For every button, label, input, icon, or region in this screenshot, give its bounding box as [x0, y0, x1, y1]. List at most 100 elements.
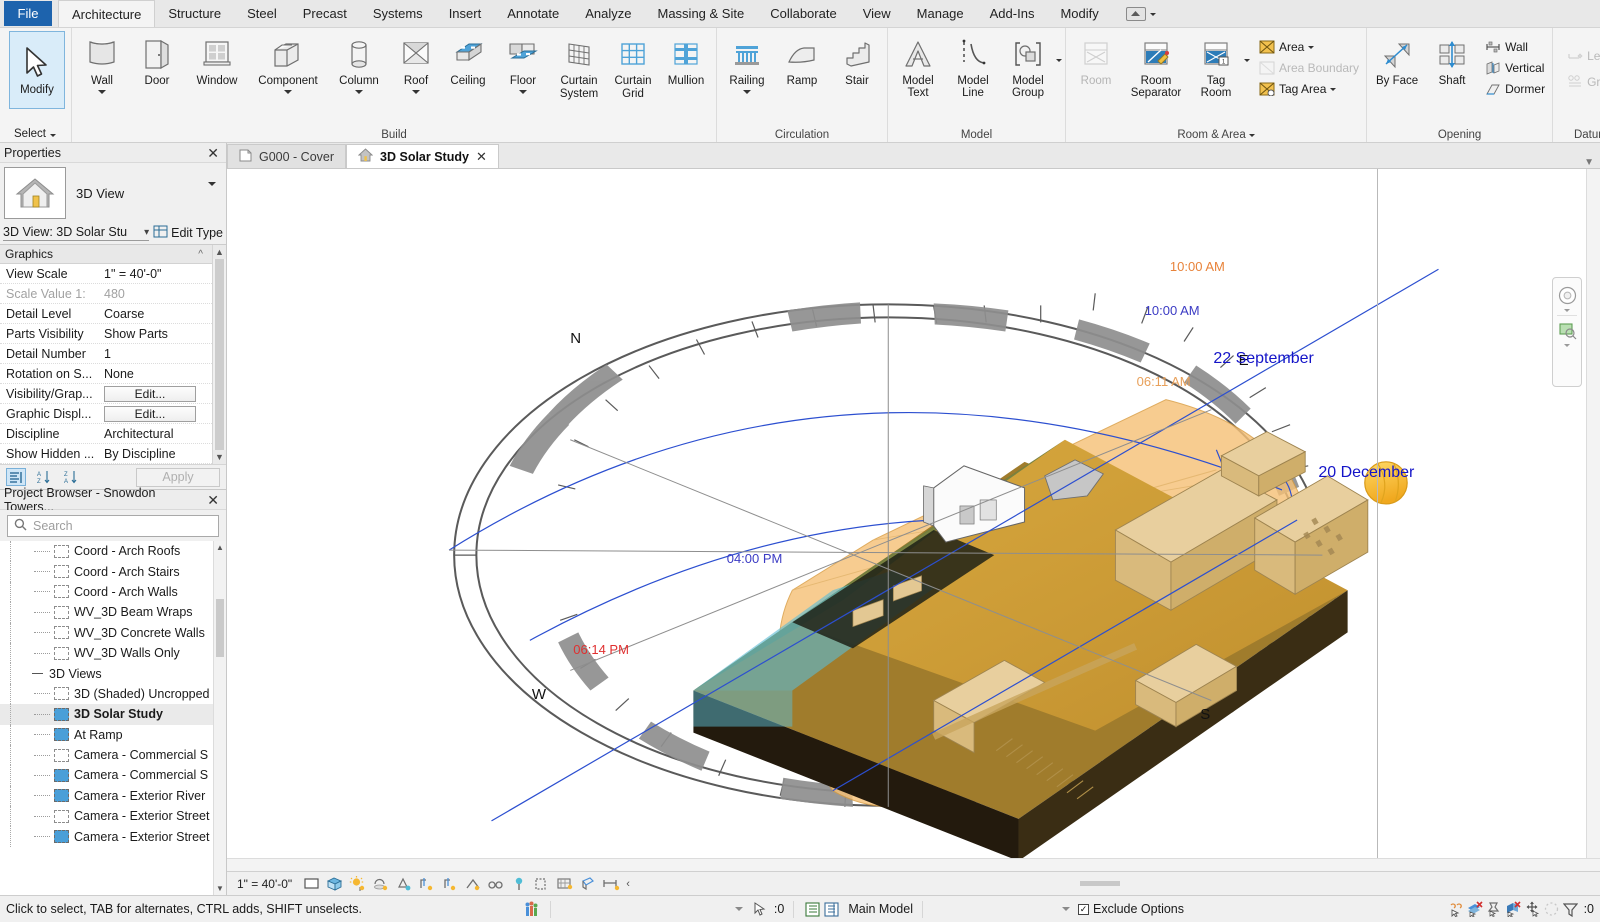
chevron-down-icon[interactable]: [355, 89, 363, 94]
sun-path-icon[interactable]: [346, 874, 369, 894]
close-icon[interactable]: ✕: [476, 149, 487, 165]
browser-view-item[interactable]: WV_3D Walls Only: [0, 642, 226, 664]
reveal-hidden-icon[interactable]: [461, 874, 484, 894]
property-row[interactable]: Discipline Architectural: [0, 424, 226, 444]
visual-style-icon[interactable]: [323, 874, 346, 894]
chevron-down-icon[interactable]: [1248, 134, 1255, 137]
unlock-3d-view-icon[interactable]: [599, 874, 622, 894]
property-row[interactable]: Visibility/Grap... Edit...: [0, 384, 226, 404]
browser-view-item[interactable]: 3D (Shaded) Uncropped: [0, 683, 226, 705]
search-box[interactable]: [7, 515, 219, 537]
wall-opening-button[interactable]: Wall: [1480, 37, 1549, 56]
browser-view-item[interactable]: Camera - Exterior Street: [0, 806, 226, 827]
ribbon-tab-view[interactable]: View: [850, 0, 904, 27]
property-value[interactable]: Edit...: [100, 385, 226, 402]
close-icon[interactable]: ✕: [204, 146, 222, 160]
tag-room-button[interactable]: 1 Tag Room: [1189, 32, 1243, 99]
ribbon-tab-collaborate[interactable]: Collaborate: [757, 0, 850, 27]
chevron-down-icon[interactable]: [1056, 59, 1062, 76]
property-value[interactable]: Edit...: [100, 405, 226, 422]
chevron-down-icon[interactable]: [98, 89, 106, 94]
filter-selection[interactable]: :0: [1561, 900, 1594, 919]
property-row[interactable]: Detail Level Coarse: [0, 304, 226, 324]
property-value[interactable]: None: [100, 367, 226, 381]
design-options-icon[interactable]: [1542, 900, 1561, 919]
ribbon-tab-annotate[interactable]: Annotate: [494, 0, 572, 27]
ribbon-tab-architecture[interactable]: Architecture: [58, 0, 156, 27]
property-row[interactable]: Parts Visibility Show Parts: [0, 324, 226, 344]
3d-viewport[interactable]: NESW 10:00 AM 10:00 AM 06:11 AM 22 Septembe…: [227, 169, 1600, 871]
by-face-button[interactable]: By Face: [1370, 32, 1424, 87]
chevron-down-icon[interactable]: [1564, 309, 1570, 312]
browser-view-item[interactable]: 3D Solar Study: [0, 704, 226, 725]
design-options-list-icon[interactable]: [803, 900, 822, 919]
constraints-icon[interactable]: [530, 874, 553, 894]
ribbon-tab-modify[interactable]: Modify: [1047, 0, 1111, 27]
curtain-grid-button[interactable]: Curtain Grid: [608, 32, 658, 100]
sort-descending-button[interactable]: ZA: [60, 468, 80, 486]
property-value[interactable]: Show Parts: [100, 327, 226, 341]
properties-type-selector[interactable]: 3D View: [0, 163, 226, 223]
property-value[interactable]: 1: [100, 347, 226, 361]
scroll-up-icon[interactable]: ▲: [214, 541, 226, 554]
chevron-down-icon[interactable]: [1330, 88, 1337, 91]
properties-instance-selector[interactable]: 3D View: 3D Solar Stu ▾: [3, 225, 150, 241]
select-panel-title[interactable]: Select: [3, 126, 67, 142]
vertical-opening-button[interactable]: Vertical: [1480, 58, 1549, 77]
browser-view-item[interactable]: Camera - Exterior Street: [0, 826, 226, 847]
browser-view-item[interactable]: Camera - Commercial S: [0, 765, 226, 786]
browser-view-item[interactable]: At Ramp: [0, 724, 226, 745]
face-select-icon[interactable]: [1504, 900, 1523, 919]
scroll-up-icon[interactable]: ▲: [213, 245, 226, 259]
underlay-select-icon[interactable]: [1466, 900, 1485, 919]
doc-tab-solar-study[interactable]: 3D Solar Study ✕: [346, 144, 499, 168]
group-properties-button[interactable]: [6, 468, 26, 486]
ribbon-tab-insert[interactable]: Insert: [436, 0, 495, 27]
main-model-icon[interactable]: [822, 900, 841, 919]
selection-count[interactable]: :0: [751, 900, 784, 919]
collapse-icon[interactable]: [32, 668, 43, 679]
show-render-dialog-icon[interactable]: [415, 874, 438, 894]
chevron-down-icon[interactable]: [743, 89, 751, 94]
view-control-overflow[interactable]: ‹: [626, 878, 630, 890]
viewport-vscrollbar[interactable]: [1586, 169, 1600, 871]
modify-button[interactable]: Modify: [9, 31, 65, 109]
ribbon-display-options[interactable]: [1125, 0, 1156, 27]
chevron-down-icon[interactable]: [519, 89, 527, 94]
link-select-icon[interactable]: [1447, 900, 1466, 919]
window-button[interactable]: Window: [185, 32, 249, 88]
property-value[interactable]: Architectural: [100, 427, 226, 441]
drag-select-icon[interactable]: [1523, 900, 1542, 919]
sort-ascending-button[interactable]: AZ: [33, 468, 53, 486]
chevron-down-icon[interactable]: [1149, 13, 1156, 16]
search-input[interactable]: [33, 519, 212, 533]
viewport-hscrollbar[interactable]: [227, 858, 1600, 871]
view-scale-label[interactable]: 1" = 40'-0": [233, 877, 300, 891]
chevron-down-icon[interactable]: [1244, 59, 1250, 76]
shaft-button[interactable]: Shaft: [1425, 32, 1479, 88]
browser-view-item[interactable]: Coord - Arch Walls: [0, 581, 226, 603]
apply-button[interactable]: Apply: [136, 467, 220, 487]
chevron-down-icon[interactable]: [1061, 907, 1070, 911]
shadows-icon[interactable]: [369, 874, 392, 894]
wall-button[interactable]: Wall: [75, 32, 129, 94]
ramp-button[interactable]: Ramp: [775, 32, 829, 88]
model-text-button[interactable]: Model Text: [891, 32, 945, 99]
scroll-down-icon[interactable]: ▼: [213, 450, 226, 464]
room-separator-button[interactable]: Room Separator: [1124, 32, 1188, 99]
navigation-bar[interactable]: [1552, 277, 1582, 387]
ribbon-minimize-icon[interactable]: [1125, 6, 1146, 21]
crop-region-icon[interactable]: [438, 874, 461, 894]
properties-scrollbar[interactable]: ▲ ▼: [212, 245, 226, 464]
curtain-system-button[interactable]: Curtain System: [551, 32, 607, 100]
component-button[interactable]: Component: [250, 32, 326, 94]
scroll-thumb[interactable]: [216, 599, 224, 657]
room-area-panel-title[interactable]: Room & Area: [1069, 127, 1363, 142]
scroll-down-icon[interactable]: ▼: [214, 882, 226, 895]
ribbon-tab-massing-site[interactable]: Massing & Site: [645, 0, 758, 27]
ribbon-tab-manage[interactable]: Manage: [904, 0, 977, 27]
browser-view-item[interactable]: Camera - Exterior River: [0, 785, 226, 807]
main-model-label[interactable]: Main Model: [848, 902, 913, 916]
property-row[interactable]: Graphic Displ... Edit...: [0, 404, 226, 424]
viewport-canvas[interactable]: NESW 10:00 AM 10:00 AM 06:11 AM 22 Septembe…: [227, 169, 1600, 871]
